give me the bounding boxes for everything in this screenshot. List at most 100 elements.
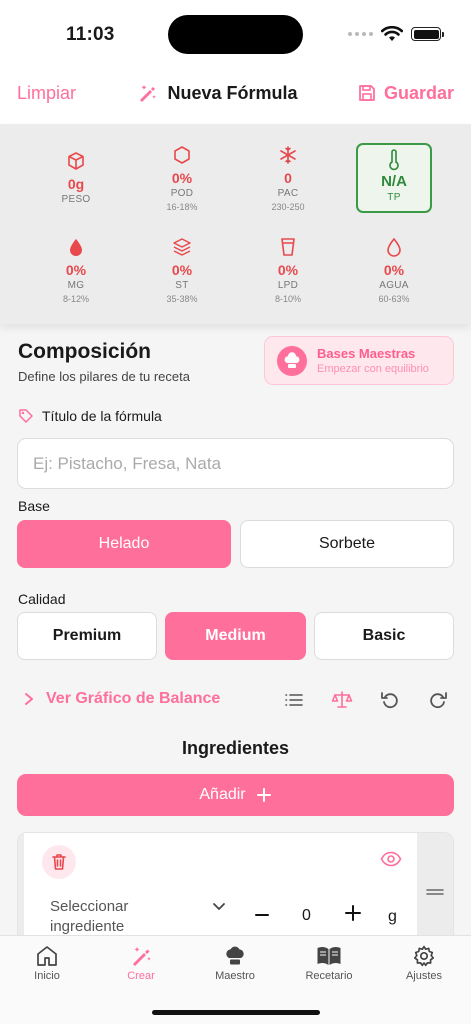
tab-label: Maestro (215, 970, 255, 982)
tab-crear[interactable]: Crear (101, 942, 181, 982)
tag-icon (19, 409, 33, 423)
list-icon[interactable] (282, 688, 306, 712)
metric-range: 16-18% (166, 202, 198, 212)
tab-maestro[interactable]: Maestro (195, 942, 275, 982)
snowflake-icon (280, 146, 296, 164)
dynamic-island (168, 15, 303, 54)
tab-inicio[interactable]: Inicio (7, 942, 87, 982)
trash-icon (52, 854, 66, 870)
composition-title: Composición (18, 340, 152, 363)
eye-icon[interactable] (380, 851, 402, 872)
metric-peso: 0g PESO (36, 150, 116, 205)
status-icons (348, 26, 444, 42)
metric-value: 0 (284, 170, 292, 186)
balance-chart-toggle[interactable]: Ver Gráfico de Balance (24, 690, 220, 708)
clear-button[interactable]: Limpiar (17, 83, 76, 104)
metric-lpd: 0% LPD 8-10% (248, 236, 328, 304)
metric-value: 0% (171, 262, 193, 278)
drag-handle[interactable] (417, 833, 453, 951)
unit-label: g (388, 908, 397, 925)
balance-scale-icon[interactable] (330, 688, 354, 712)
thermometer-icon (389, 149, 399, 171)
delete-ingredient-button[interactable] (42, 845, 76, 879)
pencil-magic-icon (133, 947, 151, 966)
metric-label: TP (387, 192, 401, 203)
metric-label: MG (67, 280, 85, 291)
ingredients-title: Ingredientes (181, 738, 290, 758)
composition-subtitle: Define los pilares de tu receta (18, 369, 190, 384)
undo-icon[interactable] (378, 688, 402, 712)
minus-icon (255, 914, 269, 916)
tab-label: Inicio (34, 970, 60, 982)
ingredient-select[interactable]: Seleccionar ingrediente (50, 897, 190, 937)
water-drop-icon (387, 237, 401, 257)
page-title: Nueva Fórmula (136, 82, 298, 104)
quality-option-basic[interactable]: Basic (314, 612, 454, 660)
metric-value: 0% (65, 262, 87, 278)
battery-icon (411, 27, 444, 41)
formula-title-input[interactable] (33, 453, 453, 474)
quality-option-premium[interactable]: Premium (17, 612, 157, 660)
bases-maestras-button[interactable]: Bases Maestras Empezar con equilibrio (264, 336, 454, 385)
formula-title-field[interactable] (17, 438, 454, 489)
metric-label: PAC (277, 188, 299, 199)
base-option-helado[interactable]: Helado (17, 520, 231, 568)
increase-quantity-button[interactable] (344, 901, 362, 929)
save-button[interactable]: Guardar (358, 83, 454, 104)
metric-range: 8-12% (62, 294, 89, 304)
chevron-down-icon[interactable] (212, 899, 226, 917)
metric-label: POD (170, 188, 194, 199)
tab-ajustes[interactable]: Ajustes (384, 942, 464, 982)
quantity-value[interactable]: 0 (302, 907, 311, 925)
metrics-panel: 0g PESO 0% POD 16-18% 0 PAC 230-250 N/A … (0, 124, 471, 324)
wifi-icon (381, 26, 403, 41)
chef-hat-icon (226, 946, 244, 965)
title-text: Nueva Fórmula (167, 82, 298, 103)
tab-label: Recetario (305, 970, 353, 982)
quality-option-medium[interactable]: Medium (165, 612, 306, 660)
metric-value: N/A (381, 173, 407, 190)
metric-label: PESO (61, 194, 91, 205)
metric-range: 230-250 (271, 202, 305, 212)
status-time: 11:03 (66, 24, 115, 45)
save-label: Guardar (383, 82, 454, 103)
metric-range: 35-38% (166, 294, 198, 304)
ingredient-row: Seleccionar ingrediente 0 g (17, 832, 454, 952)
tab-label: Ajustes (405, 970, 443, 982)
tab-label: Crear (127, 970, 155, 982)
gear-icon (413, 945, 435, 967)
save-icon (359, 85, 375, 101)
metric-tp[interactable]: N/A TP (356, 143, 432, 213)
formula-title-label-text: Título de la fórmula (42, 408, 162, 424)
redo-icon[interactable] (426, 688, 450, 712)
metric-pod: 0% POD 16-18% (142, 144, 222, 212)
metric-agua: 0% AGUA 60-63% (354, 236, 434, 304)
metric-mg: 0% MG 8-12% (36, 236, 116, 304)
base-label: Base (18, 498, 50, 514)
decrease-quantity-button[interactable] (254, 903, 270, 929)
add-ingredient-button[interactable]: Añadir (17, 774, 454, 816)
balance-label: Ver Gráfico de Balance (46, 690, 221, 707)
status-bar: 11:03 (0, 0, 471, 62)
drop-icon (70, 239, 82, 256)
metric-label: AGUA (379, 280, 409, 291)
metric-value: 0% (383, 262, 405, 278)
metric-label: ST (175, 280, 189, 291)
metric-range: 8-10% (274, 294, 301, 304)
plus-icon (256, 788, 271, 802)
cube-icon (68, 152, 84, 170)
quality-label: Calidad (18, 591, 66, 607)
formula-title-label: Título de la fórmula (18, 408, 162, 424)
tab-recetario[interactable]: Recetario (289, 942, 369, 982)
cellular-icon (348, 32, 373, 36)
metric-pac: 0 PAC 230-250 (248, 144, 328, 212)
base-option-sorbete[interactable]: Sorbete (240, 520, 454, 568)
drag-handle-icon (426, 889, 444, 895)
bases-text: Bases Maestras Empezar con equilibrio (317, 346, 429, 375)
metric-value: 0% (171, 170, 193, 186)
magic-pencil-icon (140, 85, 157, 102)
glass-icon (281, 238, 295, 256)
chef-hat-icon (277, 345, 307, 376)
add-label: Añadir (199, 786, 246, 803)
home-indicator[interactable] (152, 1010, 320, 1015)
